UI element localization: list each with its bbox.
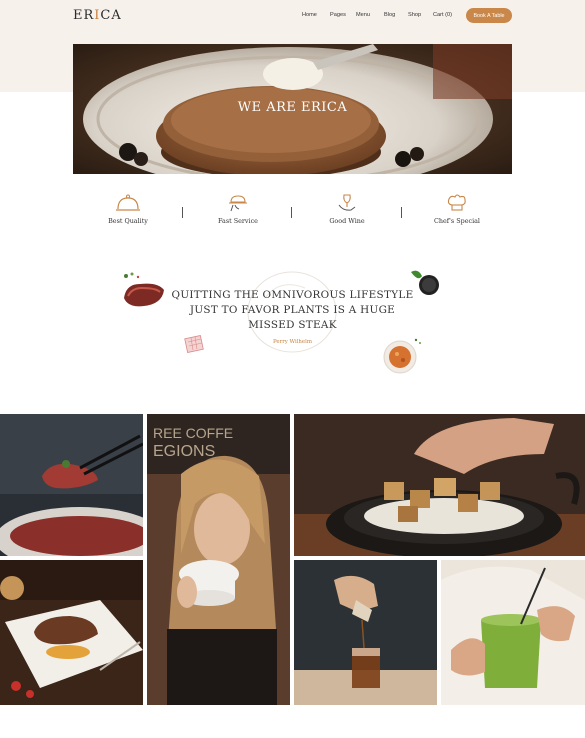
green-drink-photo: [441, 560, 585, 705]
cocktail-pour-photo: [294, 560, 437, 705]
plated-steak-photo: [0, 560, 143, 705]
serving-tray-icon: [229, 195, 247, 212]
logo-accent-letter: I: [94, 8, 101, 23]
feature-label: Good Wine: [329, 217, 365, 225]
hero-title: WE ARE ERICA: [237, 100, 348, 115]
woman-coffee-photo: REE COFFE EGIONS: [147, 414, 290, 705]
gallery-photo[interactable]: REE COFFE EGIONS: [147, 414, 290, 705]
book-table-button[interactable]: Book A Table: [466, 8, 512, 23]
feature-good-wine: Good Wine: [302, 193, 392, 225]
wine-glass-icon: [338, 194, 356, 211]
nav-home[interactable]: Home: [302, 12, 317, 18]
feature-divider: [291, 207, 292, 218]
feature-label: Chef's Special: [434, 217, 480, 225]
feature-divider: [401, 207, 402, 218]
svg-text:EGIONS: EGIONS: [153, 443, 215, 460]
gallery-photo[interactable]: [0, 414, 143, 556]
testimonial-quote: QUITTING THE OMNIVOROUS LIFESTYLE JUST T…: [171, 289, 414, 331]
feature-label: Best Quality: [108, 217, 148, 225]
chef-hat-icon: [447, 194, 466, 211]
testimonial-author: Perry Wilhelm: [273, 339, 312, 345]
svg-text:REE COFFE: REE COFFE: [153, 425, 233, 441]
nav-shop[interactable]: Shop: [408, 12, 421, 18]
gallery-photo[interactable]: [0, 560, 143, 705]
steak-decoration: [124, 272, 164, 307]
nav-blog[interactable]: Blog: [384, 12, 395, 18]
logo[interactable]: ERICA: [73, 8, 122, 23]
logo-text: ERICA: [73, 8, 122, 23]
feature-fast-service: Fast Service: [193, 193, 283, 225]
feature-divider: [182, 207, 183, 218]
napkin-decoration: [184, 335, 204, 353]
gallery-photo[interactable]: [441, 560, 585, 705]
nav-menu[interactable]: Menu: [356, 12, 370, 18]
tofu-pan-photo: [294, 414, 585, 556]
feature-best-quality: Best Quality: [83, 193, 173, 225]
steak-dish-photo: [0, 414, 143, 556]
nav-cart[interactable]: Cart (0): [433, 12, 452, 18]
feature-label: Fast Service: [218, 217, 258, 225]
gallery-photo[interactable]: [294, 414, 585, 556]
nav-pages[interactable]: Pages: [330, 12, 346, 18]
cloche-icon: [116, 194, 140, 211]
gallery-photo[interactable]: [294, 560, 437, 705]
feature-chefs-special: Chef's Special: [412, 193, 502, 225]
